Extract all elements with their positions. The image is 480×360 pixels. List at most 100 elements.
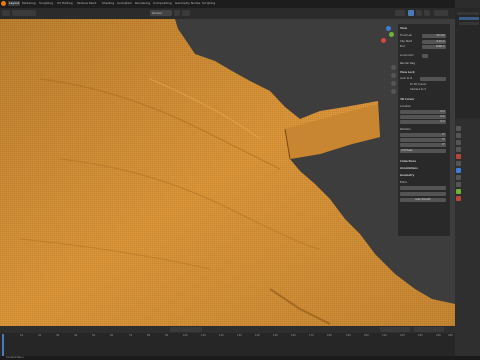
timeline-tick-label: 50 bbox=[92, 334, 96, 337]
timeline-tick-label: 150 bbox=[273, 334, 278, 337]
timeline-tick-label: 210 bbox=[382, 334, 387, 337]
timeline-tick-label: 20 bbox=[38, 334, 42, 337]
timeline-tick-label: 10 bbox=[20, 334, 24, 337]
workspace-tab[interactable]: Compositing bbox=[152, 1, 173, 6]
frame-start-field[interactable] bbox=[380, 327, 410, 332]
workspace-tab[interactable]: Sculpting bbox=[38, 1, 54, 6]
viewport-header: Global bbox=[0, 8, 455, 19]
pivot-button[interactable] bbox=[174, 10, 180, 16]
extra-slider[interactable] bbox=[400, 192, 446, 196]
tool-tab-icon[interactable] bbox=[456, 126, 461, 131]
shading-solid-button[interactable] bbox=[408, 10, 414, 16]
blender-logo-icon[interactable] bbox=[1, 1, 6, 6]
scene-tab-icon[interactable] bbox=[456, 147, 461, 152]
gizmo-x-axis-icon[interactable] bbox=[381, 38, 386, 43]
geometry-header[interactable]: Geometry bbox=[400, 173, 446, 178]
render-region-label[interactable]: Render Reg bbox=[400, 61, 446, 66]
world-tab-icon[interactable] bbox=[456, 154, 461, 159]
cursor-loc-z-field[interactable]: 0 m bbox=[400, 120, 446, 124]
timeline-tick-label: 120 bbox=[219, 334, 224, 337]
object-tab-icon[interactable] bbox=[456, 161, 461, 166]
shading-material-button[interactable] bbox=[416, 10, 422, 16]
options-button[interactable] bbox=[434, 10, 448, 16]
physics-tab-icon[interactable] bbox=[456, 182, 461, 187]
camera-view-icon[interactable] bbox=[391, 81, 396, 86]
workspace-tab[interactable]: Scripting bbox=[201, 1, 216, 6]
workspace-tab[interactable]: Texture Paint bbox=[76, 1, 97, 6]
play-controls[interactable] bbox=[170, 327, 202, 332]
playhead[interactable] bbox=[2, 334, 4, 356]
modifier-tab-icon[interactable] bbox=[456, 168, 461, 173]
frame-end-field[interactable] bbox=[414, 327, 444, 332]
timeline-tick-label: 200 bbox=[364, 334, 369, 337]
pan-hand-icon[interactable] bbox=[391, 73, 396, 78]
status-bar: Context Menu bbox=[0, 356, 480, 360]
extra-label: Extra bbox=[400, 181, 407, 184]
cursor-rot-x-field[interactable]: 0° bbox=[400, 133, 446, 137]
3d-cursor-header[interactable]: 3D Cursor bbox=[400, 97, 446, 102]
timeline-tick-label: 130 bbox=[237, 334, 242, 337]
perspective-toggle-icon[interactable] bbox=[391, 89, 396, 94]
shading-rendered-button[interactable] bbox=[424, 10, 430, 16]
collections-header[interactable]: Collections bbox=[400, 159, 446, 164]
timeline-tick-label: 190 bbox=[346, 334, 351, 337]
outliner-row-collection[interactable] bbox=[457, 12, 479, 15]
timeline-ruler[interactable]: 0102030405060708090100110120130140150160… bbox=[0, 334, 455, 339]
outliner-row-camera[interactable] bbox=[459, 22, 479, 25]
cursor-loc-x-field[interactable]: 0 m bbox=[400, 110, 446, 114]
lock-object-field[interactable] bbox=[420, 77, 446, 81]
timeline-editor[interactable]: 0102030405060708090100110120130140150160… bbox=[0, 326, 455, 356]
material-tab-icon[interactable] bbox=[456, 196, 461, 201]
outliner-row-object[interactable] bbox=[459, 17, 479, 20]
3d-viewport[interactable] bbox=[0, 19, 455, 326]
orientation-label: Global bbox=[152, 11, 162, 15]
view-section-header[interactable]: View bbox=[400, 26, 446, 31]
cursor-rot-z-field[interactable]: 0° bbox=[400, 143, 446, 147]
extra-field[interactable] bbox=[400, 186, 446, 190]
workspace-tab[interactable]: Animation bbox=[116, 1, 133, 6]
workspace-bar: Layout Modeling Sculpting UV Editing Texture… bbox=[0, 0, 480, 8]
render-tab-icon[interactable] bbox=[456, 133, 461, 138]
clip-end-field[interactable]: 1000 m bbox=[422, 45, 446, 49]
workspace-tab[interactable]: Modeling bbox=[21, 1, 37, 6]
rotation-mode-select[interactable]: XYZ Euler bbox=[400, 149, 446, 153]
view-lock-header[interactable]: View Lock bbox=[400, 70, 446, 75]
timeline-tick-label: 180 bbox=[327, 334, 332, 337]
cursor-rot-y-field[interactable]: 0° bbox=[400, 138, 446, 142]
timeline-tick-label: 70 bbox=[129, 334, 133, 337]
sidebar-n-panel: View Focal Len 50 mm Clip Start 0.01 m E… bbox=[398, 24, 450, 236]
workspace-tab[interactable]: Rendering bbox=[134, 1, 151, 6]
timeline-tick-label: 160 bbox=[291, 334, 296, 337]
gizmo-y-axis-icon[interactable] bbox=[389, 32, 394, 37]
zoom-icon[interactable] bbox=[391, 65, 396, 70]
timeline-tick-label: 110 bbox=[201, 334, 206, 337]
workspace-tab[interactable]: UV Editing bbox=[56, 1, 74, 6]
timeline-tick-label: 100 bbox=[183, 334, 188, 337]
timeline-tick-label: 250 bbox=[448, 334, 453, 337]
cursor-loc-y-field[interactable]: 0 m bbox=[400, 115, 446, 119]
mode-select[interactable] bbox=[12, 10, 36, 16]
timeline-tick-label: 220 bbox=[400, 334, 405, 337]
output-tab-icon[interactable] bbox=[456, 140, 461, 145]
status-text: Context Menu bbox=[6, 356, 24, 359]
overlay-button[interactable] bbox=[395, 10, 405, 16]
snap-button[interactable] bbox=[182, 10, 190, 16]
editor-type-button[interactable] bbox=[2, 10, 10, 16]
outliner[interactable] bbox=[455, 8, 480, 118]
annotations-header[interactable]: Annotations bbox=[400, 166, 446, 171]
camera-to-view-checkbox[interactable]: Camera to V bbox=[400, 87, 456, 92]
workspace-tab[interactable]: Geometry Nodes bbox=[174, 1, 201, 6]
focal-length-field[interactable]: 50 mm bbox=[422, 34, 446, 38]
auto-smooth-button[interactable]: Auto Smooth bbox=[400, 198, 446, 202]
timeline-tick-label: 240 bbox=[436, 334, 441, 337]
timeline-tick-label: 30 bbox=[56, 334, 60, 337]
local-camera-checkbox[interactable] bbox=[422, 54, 428, 58]
particles-tab-icon[interactable] bbox=[456, 175, 461, 180]
rotation-label: Rotation bbox=[400, 128, 411, 131]
workspace-tab[interactable]: Layout bbox=[8, 1, 21, 6]
data-tab-icon[interactable] bbox=[456, 189, 461, 194]
properties-editor[interactable] bbox=[455, 120, 480, 356]
gizmo-z-axis-icon[interactable] bbox=[386, 26, 391, 31]
workspace-tab[interactable]: Shading bbox=[101, 1, 115, 6]
transform-orientation-select[interactable]: Global bbox=[150, 10, 172, 16]
